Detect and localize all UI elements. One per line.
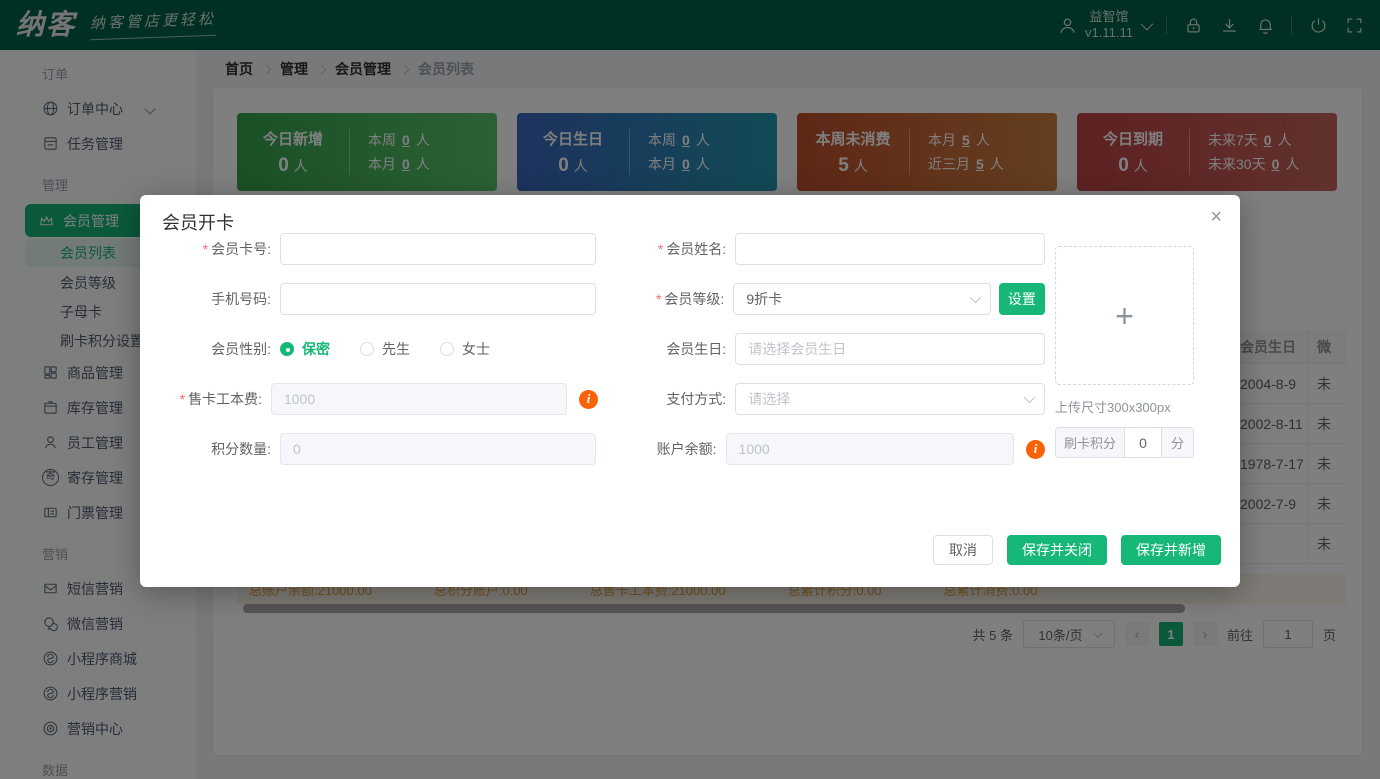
upload-size-hint: 上传尺寸300x300px (1055, 397, 1194, 416)
field-balance: 账户余额: i (598, 433, 1045, 465)
payment-placeholder: 请选择 (748, 389, 1024, 409)
card-fee-input (271, 383, 567, 415)
radio-label: 保密 (302, 339, 330, 359)
member-level-select[interactable]: 9折卡 (733, 283, 990, 315)
avatar-upload-section: + 上传尺寸300x300px 刷卡积分 0 分 (1055, 246, 1194, 458)
required-mark: * (656, 291, 661, 307)
page: 纳客 纳客管店更轻松 益智馆 v1.11.11 (0, 0, 1380, 779)
required-mark: * (180, 391, 185, 407)
swipe-points-unit: 分 (1161, 428, 1193, 457)
cancel-button[interactable]: 取消 (933, 535, 993, 565)
swipe-points-group: 刷卡积分 0 分 (1055, 427, 1194, 458)
close-icon[interactable]: × (1210, 207, 1222, 227)
swipe-points-label: 刷卡积分 (1056, 428, 1125, 457)
field-label: 售卡工本费: (188, 391, 262, 407)
required-mark: * (658, 241, 663, 257)
required-mark: * (203, 241, 208, 257)
modal-title: 会员开卡 (162, 209, 234, 235)
field-birthday: 会员生日: (598, 333, 1045, 365)
radio-icon (360, 342, 374, 356)
field-label: 积分数量: (211, 441, 271, 457)
payment-select[interactable]: 请选择 (735, 383, 1045, 415)
save-and-close-button[interactable]: 保存并关闭 (1007, 535, 1107, 565)
field-level: *会员等级: 9折卡 设置 (598, 283, 1045, 315)
level-setting-button[interactable]: 设置 (999, 283, 1045, 315)
info-icon[interactable]: i (579, 390, 598, 409)
swipe-points-value[interactable]: 0 (1125, 428, 1161, 457)
field-gender: 会员性别: 保密 先生 女士 (140, 333, 598, 365)
member-name-input[interactable] (735, 233, 1045, 265)
phone-input[interactable] (280, 283, 596, 315)
field-label: 账户余额: (657, 441, 717, 457)
avatar-upload-box[interactable]: + (1055, 246, 1194, 385)
field-card-no: *会员卡号: (140, 233, 598, 265)
radio-label: 先生 (382, 339, 410, 359)
radio-label: 女士 (462, 339, 490, 359)
field-phone: 手机号码: (140, 283, 598, 315)
field-label: 会员卡号: (211, 241, 271, 257)
birthday-input[interactable] (735, 333, 1045, 365)
field-label: 会员性别: (211, 341, 271, 357)
field-label: 会员生日: (666, 341, 726, 357)
level-selected-value: 9折卡 (746, 289, 969, 309)
field-payment: 支付方式: 请选择 (598, 383, 1045, 415)
points-input (280, 433, 596, 465)
gender-radio-secret[interactable]: 保密 (280, 339, 330, 359)
field-card-fee: *售卡工本费: i (140, 383, 598, 415)
field-label: 会员等级: (664, 291, 724, 307)
field-label: 手机号码: (211, 291, 271, 307)
info-icon[interactable]: i (1026, 440, 1045, 459)
chevron-down-icon (969, 292, 980, 303)
member-card-modal: 会员开卡 × *会员卡号: *会员姓名: 手机号码: *会 (140, 195, 1240, 587)
plus-icon: + (1115, 300, 1134, 332)
field-label: 会员姓名: (666, 241, 726, 257)
radio-icon (280, 342, 294, 356)
gender-radio-male[interactable]: 先生 (360, 339, 410, 359)
field-name: *会员姓名: (598, 233, 1045, 265)
field-points: 积分数量: (140, 433, 598, 465)
modal-footer: 取消 保存并关闭 保存并新增 (933, 535, 1221, 565)
radio-icon (440, 342, 454, 356)
chevron-down-icon (1024, 392, 1035, 403)
balance-input (726, 433, 1014, 465)
gender-radio-female[interactable]: 女士 (440, 339, 490, 359)
field-label: 支付方式: (666, 391, 726, 407)
card-no-input[interactable] (280, 233, 596, 265)
save-and-new-button[interactable]: 保存并新增 (1121, 535, 1221, 565)
